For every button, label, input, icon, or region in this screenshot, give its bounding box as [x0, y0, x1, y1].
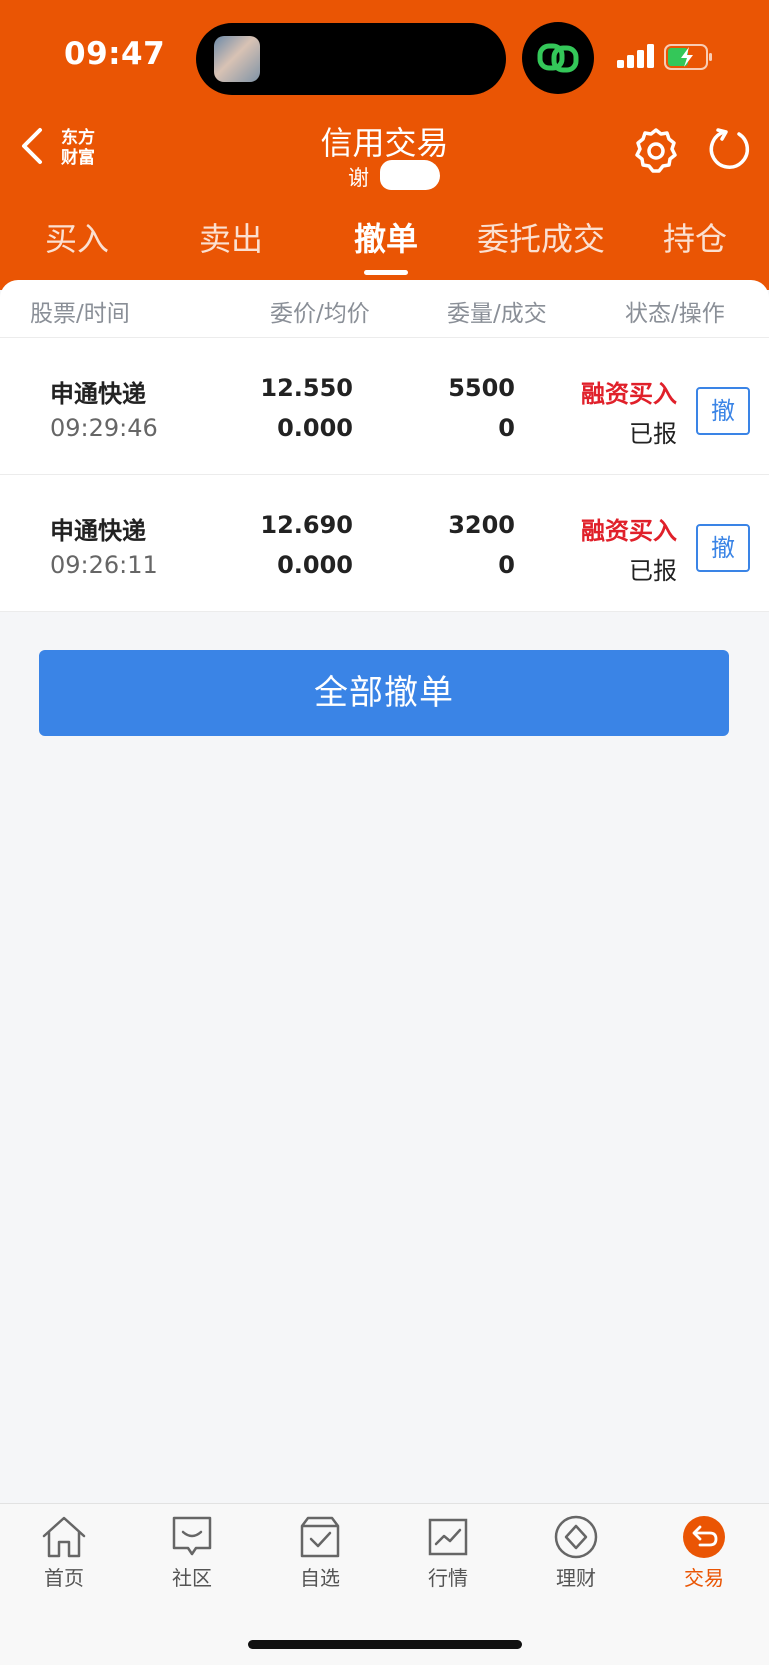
active-tab-indicator	[364, 270, 408, 275]
home-indicator	[248, 1640, 522, 1649]
row-divider	[0, 611, 769, 612]
tab-orders-fills[interactable]: 委托成交	[466, 214, 616, 260]
order-type: 融资买入	[581, 517, 677, 545]
nav-community[interactable]: 社区	[137, 1514, 247, 1591]
tab-positions[interactable]: 持仓	[620, 214, 769, 260]
signal-icon	[617, 44, 655, 68]
status-time: 09:47	[64, 36, 166, 72]
avg-price: 0.000	[277, 414, 353, 442]
order-time: 09:26:11	[50, 551, 158, 579]
column-header-quantity: 委量/成交	[447, 301, 547, 327]
nav-wealth[interactable]: 理财	[521, 1514, 631, 1591]
media-thumbnail	[214, 36, 260, 82]
order-status: 已报	[629, 420, 677, 448]
stock-name: 申通快递	[50, 380, 146, 408]
order-price: 12.550	[260, 374, 353, 402]
table-row[interactable]: 申通快递 09:26:11 12.690 0.000 3200 0 融资买入 已…	[0, 475, 769, 611]
nav-watchlist[interactable]: 自选	[265, 1514, 375, 1591]
market-chart-icon	[428, 1518, 468, 1556]
order-quantity: 5500	[448, 374, 515, 402]
nav-market-label: 行情	[428, 1566, 468, 1590]
trade-icon	[683, 1516, 725, 1558]
cancel-all-button[interactable]: 全部撤单	[39, 650, 729, 736]
tab-cancel-order[interactable]: 撤单	[311, 214, 461, 260]
filled-quantity: 0	[498, 414, 515, 442]
tab-buy[interactable]: 买入	[2, 214, 152, 260]
nav-watchlist-label: 自选	[300, 1566, 340, 1590]
avg-price: 0.000	[277, 551, 353, 579]
nav-community-label: 社区	[172, 1566, 212, 1590]
column-header-status: 状态/操作	[625, 301, 725, 327]
order-type: 融资买入	[581, 380, 677, 408]
watchlist-icon	[300, 1516, 340, 1558]
table-row[interactable]: 申通快递 09:29:46 12.550 0.000 5500 0 融资买入 已…	[0, 338, 769, 474]
refresh-icon[interactable]	[706, 126, 752, 172]
nav-home[interactable]: 首页	[9, 1514, 119, 1591]
nav-trade-label: 交易	[684, 1566, 724, 1590]
nav-trade[interactable]: 交易	[649, 1514, 759, 1591]
link-icon	[522, 22, 594, 94]
gear-icon[interactable]	[632, 126, 680, 174]
account-name-text: 谢	[348, 166, 369, 190]
order-quantity: 3200	[448, 511, 515, 539]
cancel-order-button[interactable]: 撤	[696, 524, 750, 572]
battery-icon	[664, 44, 714, 70]
nav-market[interactable]: 行情	[393, 1514, 503, 1591]
redaction-mark	[380, 160, 440, 190]
column-header-price: 委价/均价	[270, 301, 370, 327]
wealth-diamond-icon	[554, 1515, 598, 1559]
order-price: 12.690	[260, 511, 353, 539]
cancel-order-button[interactable]: 撤	[696, 387, 750, 435]
nav-wealth-label: 理财	[556, 1566, 596, 1590]
dynamic-island	[196, 23, 506, 95]
stock-name: 申通快递	[50, 517, 146, 545]
tab-sell[interactable]: 卖出	[156, 214, 306, 260]
order-time: 09:29:46	[50, 414, 158, 442]
nav-home-label: 首页	[44, 1566, 84, 1590]
order-status: 已报	[629, 557, 677, 585]
chat-icon	[172, 1516, 212, 1556]
column-header-stock-time: 股票/时间	[30, 301, 130, 327]
home-icon	[42, 1516, 86, 1558]
trade-tabs: 买入 卖出 撤单 委托成交 持仓	[0, 214, 769, 264]
filled-quantity: 0	[498, 551, 515, 579]
